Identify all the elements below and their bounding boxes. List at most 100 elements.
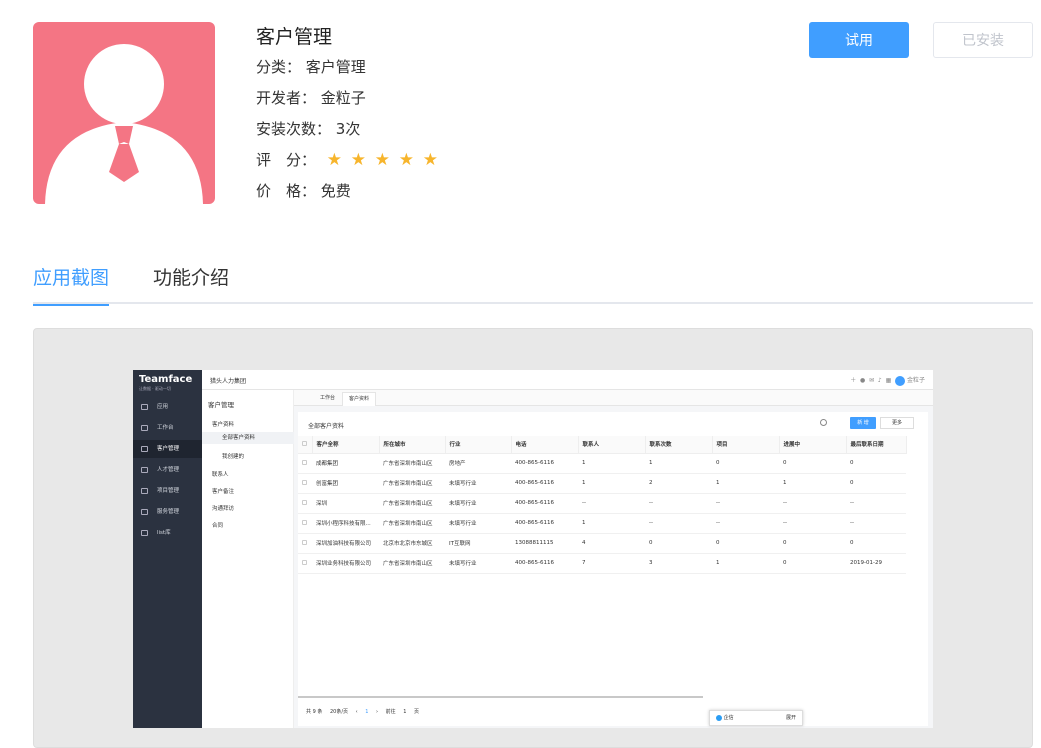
users-icon [141, 467, 148, 473]
side-item-label: 服务管理 [157, 509, 180, 515]
submenu-item: 全部客户资料 [202, 432, 294, 444]
table-cell: 0 [779, 533, 846, 554]
col-in-progress: 进展中 [779, 436, 847, 454]
table-cell: 400-865-6116 [511, 493, 578, 514]
rating-label: 评 分： [256, 151, 317, 169]
table-cell: -- [578, 493, 645, 514]
checkbox [302, 559, 307, 565]
installs-value: 3次 [335, 120, 361, 138]
list-icon [141, 530, 148, 536]
table-cell: 创富集团 [312, 473, 379, 494]
table-cell: 未填写行业 [445, 493, 511, 514]
table-cell: 1 [578, 513, 645, 534]
col-project: 项目 [712, 436, 780, 454]
grid-icon [141, 404, 148, 410]
category-label: 分类： [256, 58, 302, 76]
table-cell: 4 [578, 533, 645, 554]
side-item-label: 项目管理 [157, 488, 180, 494]
user-name: 金粒子 [906, 377, 925, 384]
table-cell: 深圳业务科技有限公司 [312, 553, 379, 574]
installed-button[interactable]: 已安装 [933, 22, 1033, 58]
tab-screenshots[interactable]: 应用截图 [33, 262, 110, 306]
app-title: 客户管理 [256, 26, 333, 48]
monitor-icon [141, 425, 148, 431]
brand-logo: Teamface [139, 374, 193, 385]
chat-label: 企信 [723, 715, 734, 721]
checkbox [302, 519, 307, 525]
table-cell: 2 [645, 473, 712, 494]
table-cell: 未填写行业 [445, 553, 511, 574]
col-city: 所在城市 [379, 436, 446, 454]
table-cell: 房地产 [445, 453, 511, 474]
table-cell: 3 [645, 553, 712, 574]
table-cell: 1 [645, 453, 712, 474]
app-info: 客户管理 分类： 客户管理 开发者： 金粒子 安装次数： 3次 评 分： ★ ★ ★… [256, 22, 447, 207]
table-cell: 1 [578, 473, 645, 494]
table-cell: 0 [846, 533, 906, 554]
table-cell: 深圳小程序科技有限... [312, 513, 379, 534]
star-icon: ★ [422, 150, 439, 170]
table-cell: -- [645, 513, 712, 534]
table-cell: 未填写行业 [445, 513, 511, 534]
rating-stars: ★ ★ ★ ★ ★ [327, 145, 447, 176]
star-icon: ★ [350, 150, 367, 170]
new-button: 新 增 [850, 417, 876, 429]
col-contact: 联系人 [578, 436, 646, 454]
table-cell: 广东省深圳市南山区 [379, 553, 445, 574]
table-row: 成都集团 广东省深圳市南山区 房地产 400-865-6116 1 1 0 0 0 [298, 453, 906, 474]
table-cell: 400-865-6116 [511, 553, 578, 574]
table-cell: 1 [712, 473, 779, 494]
table-row: 深圳业务科技有限公司 广东省深圳市南山区 未填写行业 400-865-6116 7 3 1 0… [298, 553, 906, 574]
horizontal-scrollbar [298, 696, 703, 698]
search-icon [820, 419, 827, 426]
side-item-projects: 项目管理 [133, 482, 202, 500]
table-header: 客户全称 所在城市 行业 电话 联系人 联系次数 项目 进展中 最后联系日期 [298, 436, 907, 454]
screenshot-submenu: 客户管理 客户资料 全部客户资料 我创建的 联系人 客户备注 沟通拜访 合同 [202, 390, 294, 728]
price-value: 免费 [320, 182, 351, 200]
org-name: 猎头人力集团 [210, 378, 247, 385]
developer-row: 开发者： 金粒子 [256, 83, 447, 114]
table-cell: 未填写行业 [445, 473, 511, 494]
table-row: 深圳 广东省深圳市南山区 未填写行业 400-865-6116 -- -- -- -- -- [298, 493, 906, 514]
price-row: 价 格： 免费 [256, 176, 447, 207]
table-cell: 广东省深圳市南山区 [379, 513, 445, 534]
checkbox [302, 539, 307, 545]
folder-icon [141, 488, 148, 494]
table-row: 深圳加油科技有限公司 北京市北京市东城区 IT互联网 13088811115 4 0 0 0 0 [298, 533, 906, 554]
table-cell: 0 [846, 473, 906, 494]
table-cell: 广东省深圳市南山区 [379, 473, 445, 494]
tab-features[interactable]: 功能介绍 [153, 262, 229, 302]
side-item-customers: 客户管理 [133, 440, 202, 458]
table-cell: 深圳 [312, 493, 379, 514]
avatar [895, 375, 906, 386]
data-panel: 全部客户资料 新 增 更多 客户全称 所在城市 行业 电话 联系人 联系次数 项… [298, 412, 928, 726]
side-item-list: list库 [133, 524, 202, 542]
current-page: 1 [365, 709, 369, 715]
table-cell: 广东省深圳市南山区 [379, 453, 445, 474]
try-button[interactable]: 试用 [809, 22, 909, 58]
submenu-title: 客户管理 [208, 401, 234, 409]
table-cell: 0 [779, 453, 846, 474]
developer-label: 开发者： [256, 89, 317, 107]
star-icon: ★ [326, 150, 343, 170]
table-cell: 400-865-6116 [511, 513, 578, 534]
side-item-label: list库 [157, 530, 171, 536]
side-item-label: 人才管理 [157, 467, 180, 473]
category-row: 分类： 客户管理 [256, 52, 447, 83]
app-screenshot: Teamface 让数据 · 驱动一切 应用 工作台 客户管理 人才管理 项目管… [133, 370, 933, 728]
table-cell: 1 [578, 453, 645, 474]
box-icon [141, 509, 148, 515]
page-unit: 页 [413, 709, 419, 715]
pagination: 共 9 条 20条/页 ‹ 1 › 前往 1 页 [306, 708, 425, 715]
col-phone: 电话 [511, 436, 579, 454]
panel-title: 全部客户资料 [308, 423, 345, 430]
submenu-item: 客户备注 [212, 489, 235, 495]
price-label: 价 格： [256, 182, 317, 200]
table-cell: 成都集团 [312, 453, 379, 474]
installs-row: 安装次数： 3次 [256, 114, 447, 145]
table-cell: 北京市北京市东城区 [379, 533, 445, 554]
side-item-apps: 应用 [133, 398, 202, 416]
table-cell: 0 [779, 553, 846, 574]
screenshot-sidebar: Teamface 让数据 · 驱动一切 应用 工作台 客户管理 人才管理 项目管… [133, 370, 202, 728]
topbar-actions: ＋ ● ✉ ♪ ▦ 金粒子 [850, 375, 925, 386]
